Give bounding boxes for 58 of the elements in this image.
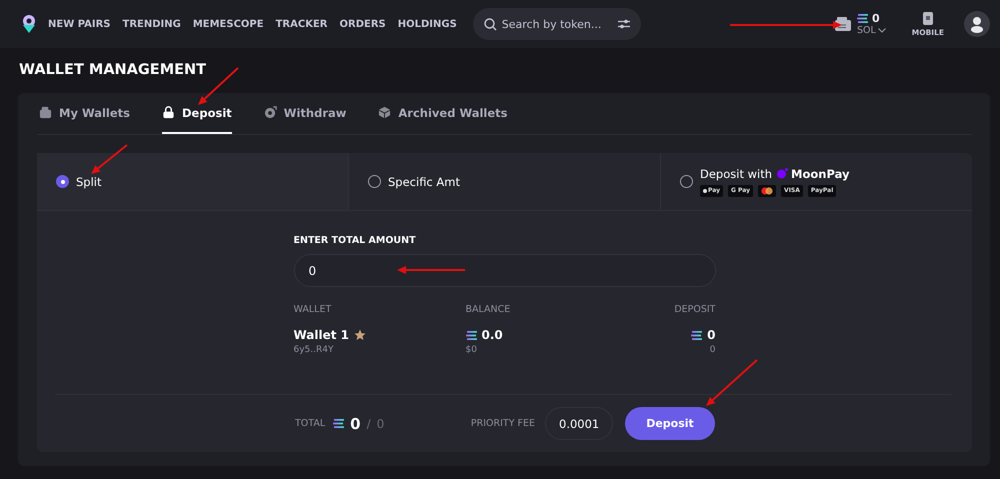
column-header: BALANCE — [466, 304, 512, 315]
nav-link[interactable]: HOLDINGS — [398, 18, 457, 30]
wallet-address: 6y5..R4Y — [294, 345, 334, 355]
wallet-icon — [39, 106, 52, 119]
priority-fee-field[interactable]: 0.0001 — [545, 407, 613, 440]
total-value: 0 — [350, 414, 361, 432]
deposit-option[interactable]: Split — [37, 153, 349, 210]
nav-link[interactable]: MEMESCOPE — [192, 18, 264, 30]
nav-link[interactable]: NEW PAIRS — [48, 18, 110, 30]
chevron-down-icon[interactable] — [878, 28, 886, 33]
deposit-sub-value: 0 — [710, 345, 716, 355]
balance-usd: $0 — [466, 345, 478, 355]
option-label: Split — [76, 174, 102, 188]
deposit-value: 0 — [707, 328, 716, 342]
annotation-arrow — [91, 144, 128, 174]
lock-icon — [162, 106, 176, 119]
wallet-name: Wallet 1 — [294, 328, 350, 342]
annotation-arrow — [706, 359, 758, 406]
deposit-button[interactable]: Deposit — [625, 407, 715, 440]
solana-icon — [856, 14, 868, 23]
search-icon — [484, 18, 497, 31]
mastercard-badge — [758, 184, 776, 196]
total-label: TOTAL — [295, 418, 326, 429]
solana-icon — [333, 419, 344, 428]
total-max: 0 — [376, 416, 384, 430]
filter-icon[interactable] — [618, 19, 630, 29]
nav-link[interactable]: TRENDING — [122, 18, 181, 30]
radio-button[interactable] — [680, 175, 693, 188]
balance-amount: 0 — [872, 12, 880, 25]
option-label: Deposit with — [700, 166, 772, 180]
column-header: WALLET — [294, 304, 332, 315]
avatar-icon[interactable] — [964, 11, 990, 37]
column-header: DEPOSIT — [674, 304, 716, 315]
annotation-arrow — [397, 266, 465, 274]
coin-icon — [264, 106, 277, 119]
field-label: ENTER TOTAL AMOUNT — [294, 235, 417, 246]
solana-icon — [466, 330, 476, 340]
deposit-option[interactable]: Specific Amt — [349, 153, 661, 210]
tab[interactable]: My Wallets — [39, 93, 130, 134]
tab[interactable]: Withdraw — [264, 93, 346, 134]
moonpay-logo: MoonPay — [777, 166, 850, 180]
page-title: WALLET MANAGEMENT — [19, 62, 208, 80]
nav-link[interactable]: ORDERS — [340, 18, 386, 30]
separator: / — [366, 416, 371, 430]
priority-fee-label: PRIORITY FEE — [470, 418, 535, 429]
balance-value: 0.0 — [482, 328, 503, 342]
phone-icon[interactable] — [922, 12, 933, 24]
currency-selector[interactable]: SOL — [856, 25, 886, 36]
nav-link[interactable]: TRACKER — [276, 18, 328, 30]
cube-icon — [378, 106, 392, 119]
option-label: Specific Amt — [388, 174, 460, 188]
star-icon[interactable] — [354, 329, 366, 341]
radio-button[interactable] — [368, 175, 381, 188]
radio-button[interactable] — [56, 175, 69, 188]
tab[interactable]: Archived Wallets — [378, 93, 508, 134]
search-field[interactable]: Search by token... — [472, 8, 641, 40]
amount-field[interactable]: 0 — [294, 254, 716, 287]
solana-icon — [691, 330, 702, 340]
